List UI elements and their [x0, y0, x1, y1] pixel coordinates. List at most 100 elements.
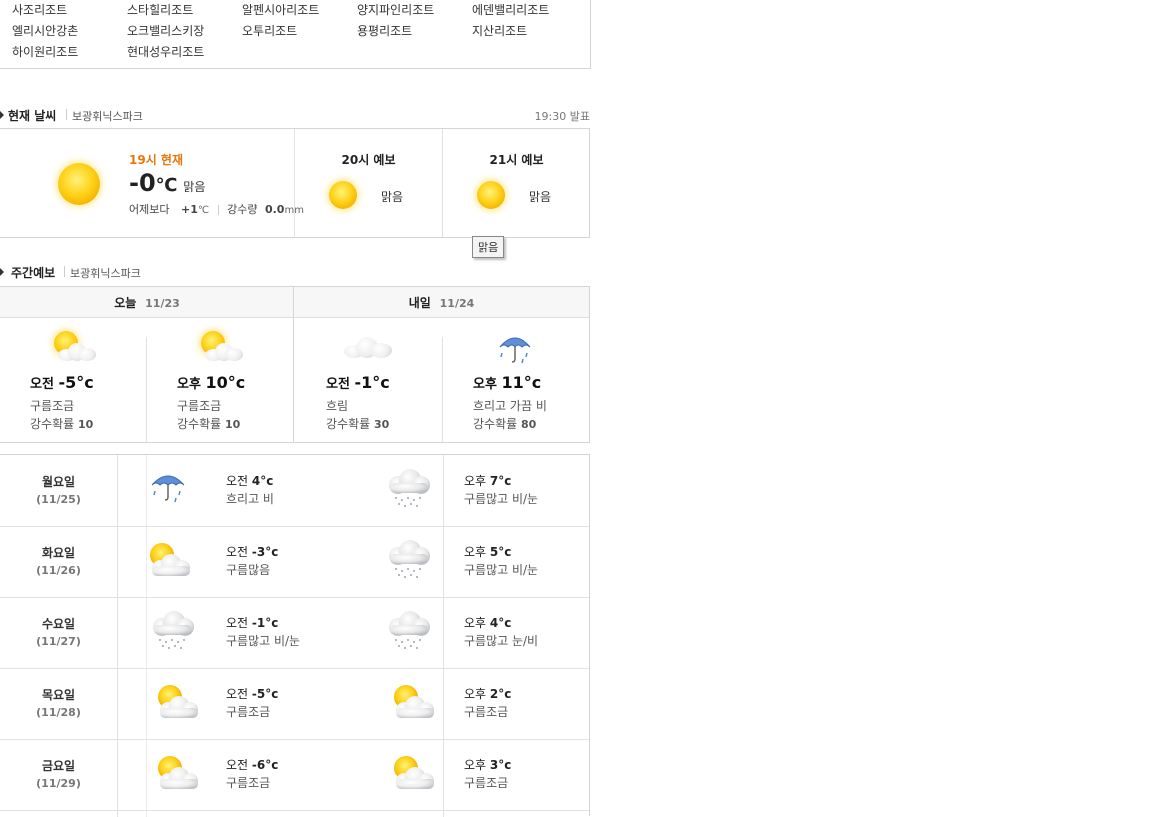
day-name: 화요일 — [41, 546, 76, 560]
resort-list: 사조리조트 스타힐리조트 알펜시아리조트 양지파인리조트 에덴밸리리조트 엘리시… — [0, 0, 591, 69]
am-temp: 오전 -3°c — [226, 543, 278, 560]
resort-link[interactable]: 현대성우리조트 — [127, 43, 204, 60]
period-label: 오전 — [226, 616, 249, 630]
temp-unit: °c — [265, 545, 279, 559]
period-label: 오후 — [464, 758, 487, 772]
section-title: 주간예보 — [11, 266, 56, 280]
resort-link[interactable]: 양지파인리조트 — [357, 1, 434, 18]
am-temp: 오전 4°c — [226, 472, 273, 489]
day-date: (11/25) — [36, 493, 81, 506]
temp-unit: °c — [372, 373, 390, 392]
resort-link[interactable]: 용평리조트 — [357, 22, 412, 39]
condition-text: 흐리고 가끔 비 — [473, 399, 547, 413]
period-label: 오후 — [464, 687, 487, 701]
resort-link[interactable]: 에덴밸리리조트 — [472, 1, 549, 18]
am-condition: 흐리고 비 — [226, 492, 274, 506]
condition-text: 맑음 — [183, 180, 206, 194]
divider — [442, 129, 443, 237]
period-label: 오전 — [30, 377, 54, 392]
sun-icon — [329, 181, 357, 209]
am-temp: 오전 -5°c — [226, 685, 278, 702]
resort-link[interactable]: 하이원리조트 — [12, 43, 78, 60]
pm-temp: 오후 2°c — [464, 685, 511, 702]
partly-cloudy-icon — [384, 753, 440, 796]
pop-line: 강수확률 30 — [326, 415, 389, 432]
divider — [442, 337, 443, 442]
am-condition: 구름많음 — [226, 563, 271, 577]
location-label: 보광휘닉스파크 — [70, 267, 141, 280]
bullet-icon — [0, 268, 4, 276]
day-date: 11/24 — [439, 297, 475, 310]
forecast-temp: 오전 -1°c — [326, 373, 390, 392]
pop-label: 강수확률 — [326, 417, 371, 431]
rain-snow-icon — [148, 611, 198, 654]
bullet-icon — [0, 111, 4, 119]
location-label: 보광휘닉스파크 — [72, 110, 143, 123]
sun-icon — [58, 163, 100, 205]
forecast-temp: 오전 -5°c — [30, 373, 94, 392]
pm-temp: 오후 4°c — [464, 614, 511, 631]
resort-link[interactable]: 사조리조트 — [12, 1, 67, 18]
published-time: 19:30 발표 — [534, 110, 590, 123]
pm-condition: 구름많고 비/눈 — [464, 563, 539, 577]
vs-yesterday-unit: ℃ — [197, 205, 210, 216]
day-name: 금요일 — [41, 759, 76, 773]
pop-value: 30 — [374, 418, 390, 431]
period-label: 오전 — [226, 545, 249, 559]
resort-link[interactable]: 알펜시아리조트 — [242, 1, 319, 18]
resort-link[interactable]: 엘리시안강촌 — [12, 22, 78, 39]
temp-unit: °c — [265, 616, 279, 630]
temp-value: -0 — [129, 169, 156, 197]
condition-text: 구름조금 — [177, 399, 222, 413]
am-temp: 오전 -6°c — [226, 756, 278, 773]
period-label: 오후 — [464, 474, 487, 488]
pm-temp: 오후 3°c — [464, 756, 511, 773]
detail-line: 어제보다 +1℃ 강수량 0.0mm — [129, 201, 304, 217]
pm-condition: 구름많고 비/눈 — [464, 492, 539, 506]
resort-link[interactable]: 지산리조트 — [472, 22, 527, 39]
temp-unit: °c — [498, 758, 512, 772]
day-name: 목요일 — [41, 688, 76, 702]
pop-label: 강수확률 — [30, 417, 75, 431]
day-date: (11/26) — [36, 564, 81, 577]
temp-unit: °c — [265, 687, 279, 701]
day-header: 오늘 11/23 — [0, 294, 294, 311]
current-weather-panel: 19시 현재 -0℃ 맑음 어제보다 +1℃ 강수량 0.0mm 20시 예보 … — [0, 128, 590, 238]
resort-link[interactable]: 오크밸리스키장 — [127, 22, 204, 39]
temp-value: 11 — [501, 373, 524, 392]
temp-value: -1 — [354, 373, 373, 392]
condition-text: 흐림 — [326, 399, 349, 413]
vs-yesterday-value: +1 — [180, 203, 198, 216]
sun-icon — [477, 181, 505, 209]
period-label: 오전 — [226, 758, 249, 772]
divider — [66, 109, 67, 120]
forecast-temp: 오후 10°c — [177, 373, 245, 392]
now-label: 19시 현재 — [129, 153, 183, 167]
pop-label: 강수확률 — [177, 417, 222, 431]
period-label: 오전 — [226, 687, 249, 701]
temp-unit: °c — [498, 687, 512, 701]
am-condition: 구름많고 비/눈 — [226, 634, 301, 648]
day-row: 수요일 (11/27) 오전 -1°c 구름많고 비/눈 오후 4°c 구름많고 눈/비 — [0, 597, 589, 669]
day-label: 내일 — [408, 296, 431, 310]
two-day-forecast: 오늘 11/23 내일 11/24 오전 -5°c 구름조금 강수확률 10 오… — [0, 286, 590, 443]
pm-temp: 오후 5°c — [464, 543, 511, 560]
temp-unit: °c — [523, 373, 542, 392]
resort-link[interactable]: 스타힐리조트 — [127, 1, 193, 18]
temp-unit: °c — [498, 474, 512, 488]
partly-cloudy-icon — [148, 682, 204, 725]
temp-unit: ℃ — [155, 175, 178, 196]
day-label: 오늘 — [114, 296, 137, 310]
temp-unit: °c — [76, 373, 94, 392]
pop-value: 10 — [78, 418, 94, 431]
day-row: 금요일 (11/29) 오전 -6°c 구름조금 오후 3°c 구름조금 — [0, 739, 589, 811]
temp-value: -5 — [251, 687, 266, 701]
day-date: (11/27) — [36, 635, 81, 648]
day-name: 수요일 — [41, 617, 76, 631]
temp-unit: °c — [498, 545, 512, 559]
resort-link[interactable]: 오투리조트 — [242, 22, 297, 39]
current-weather-header: 현재 날씨 보광휘닉스파크 19:30 발표 — [0, 106, 590, 126]
pop-line: 강수확률 80 — [473, 415, 536, 432]
rain-snow-icon — [384, 611, 434, 654]
section-title: 현재 날씨 — [8, 109, 57, 123]
